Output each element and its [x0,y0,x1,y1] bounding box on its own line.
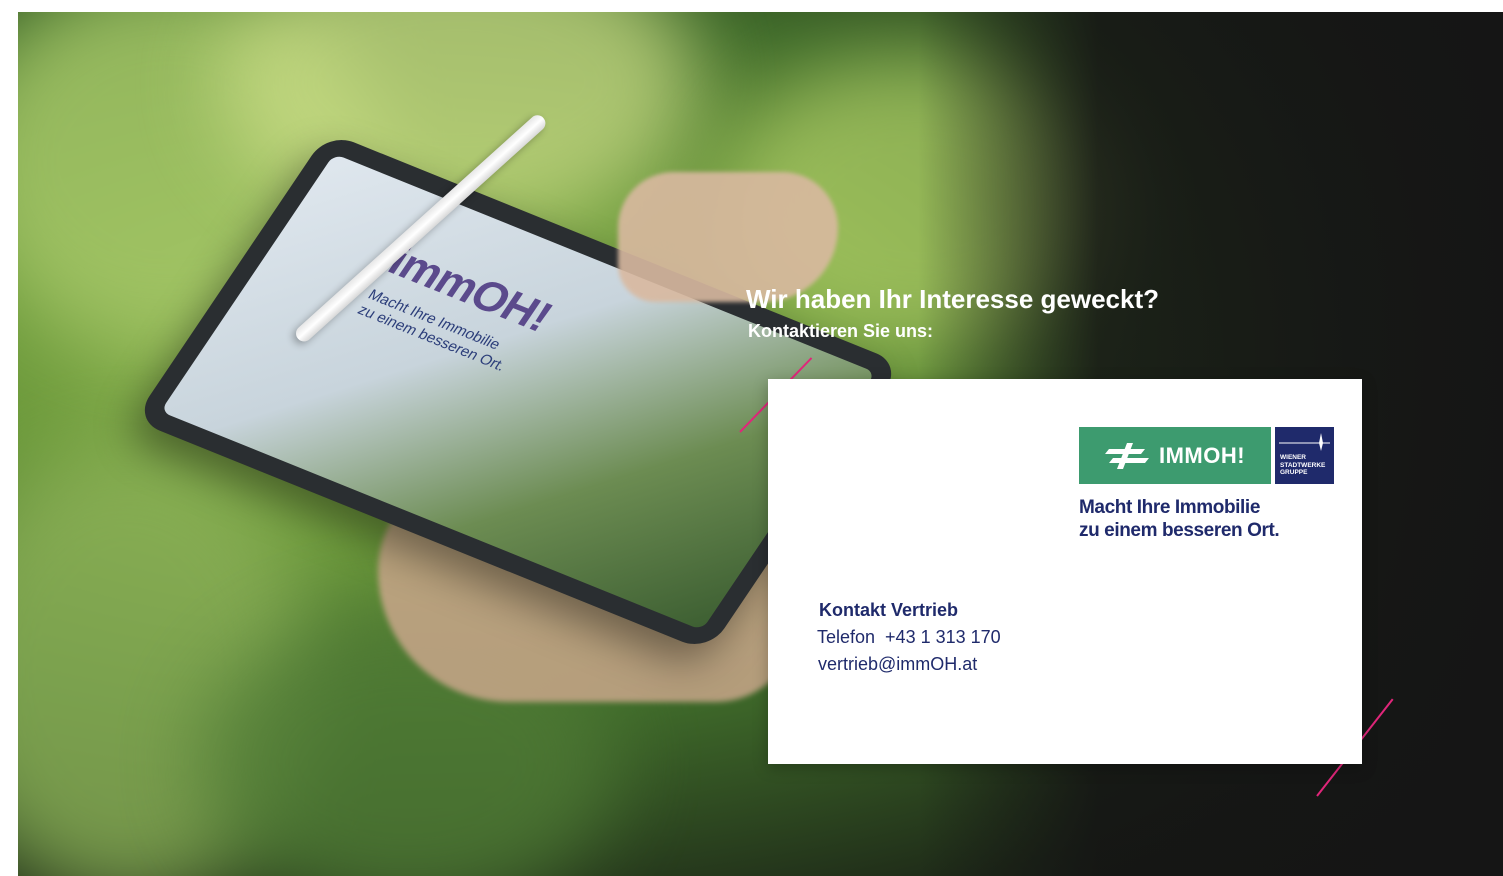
group-line3: GRUPPE [1280,469,1308,476]
photo-hand-holding-pen [618,172,838,302]
immoh-logo-text: IMMOH! [1158,442,1246,468]
card-tagline-line2: zu einem besseren Ort. [1079,520,1280,541]
contact-email-link[interactable]: vertrieb@immOH.at [818,654,977,675]
immoh-logo: IMMOH! [1079,427,1271,484]
contact-card: IMMOH! WIENER STADTWERKE GRUPPE Macht Ih… [768,379,1362,764]
page-heading: Wir haben Ihr Interesse geweckt? [746,284,1160,314]
group-line1: WIENER [1280,454,1306,461]
contact-slide: immOH! Macht Ihre Immobilie zu einem bes… [18,12,1503,876]
immoh-logo-mark-icon [1104,442,1149,469]
page-subheading: Kontaktieren Sie uns: [748,321,934,341]
contact-phone[interactable]: Telefon +43 1 313 170 [817,627,1001,648]
wiener-stadtwerke-text: WIENER STADTWERKE GRUPPE [1280,454,1325,477]
wiener-stadtwerke-mark-icon [1279,433,1330,451]
card-tagline-line1: Macht Ihre Immobilie [1079,497,1260,518]
group-line2: STADTWERKE [1280,461,1326,469]
contact-title: Kontakt Vertrieb [819,600,959,620]
wiener-stadtwerke-logo: WIENER STADTWERKE GRUPPE [1275,427,1334,484]
card-tagline: Macht Ihre Immobilie zu einem besseren O… [1079,496,1280,542]
